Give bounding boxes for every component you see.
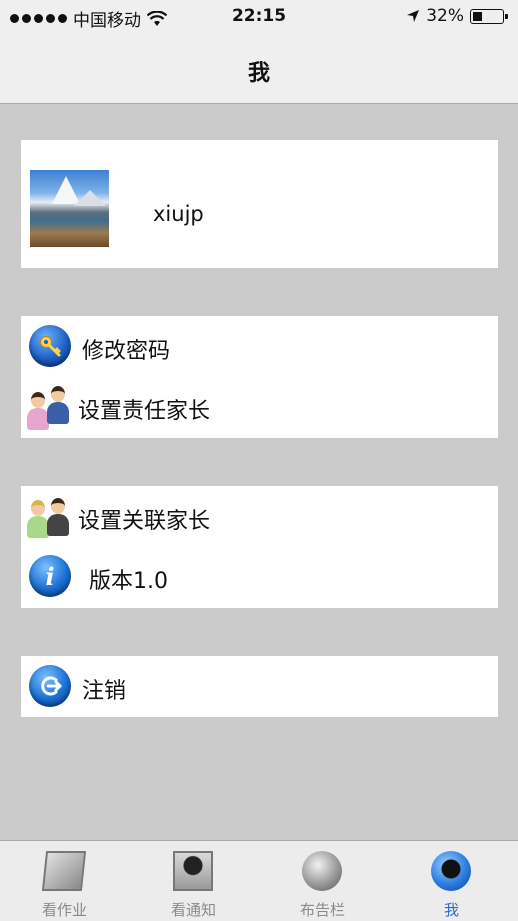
tab-homework[interactable]: 看作业 bbox=[0, 841, 129, 921]
menu-item-change-password[interactable]: 修改密码 bbox=[21, 316, 498, 376]
battery-icon bbox=[470, 8, 508, 24]
account-settings-group: 修改密码 设置责任家长 bbox=[21, 316, 498, 438]
menu-item-label: 设置责任家长 bbox=[78, 399, 211, 424]
navigation-bar: 我 bbox=[0, 34, 518, 104]
page-title: 我 bbox=[247, 61, 270, 86]
logout-group: 注销 bbox=[21, 656, 498, 717]
menu-item-set-linked-parent[interactable]: 设置关联家长 bbox=[21, 486, 498, 546]
tab-bar: 看作业 看通知 布告栏 我 bbox=[0, 840, 518, 921]
battery-percent: 32% bbox=[426, 6, 464, 26]
tab-label: 我 bbox=[443, 901, 459, 919]
menu-item-logout[interactable]: 注销 bbox=[21, 656, 498, 716]
notice-icon bbox=[173, 851, 213, 891]
tab-me[interactable]: 我 bbox=[387, 841, 516, 921]
profile-card[interactable]: xiujp bbox=[21, 140, 498, 268]
avatar[interactable] bbox=[30, 170, 109, 247]
linked-parents-icon bbox=[27, 494, 73, 538]
location-arrow-icon bbox=[407, 10, 420, 22]
bulletin-icon bbox=[302, 851, 342, 891]
username: xiujp bbox=[153, 202, 204, 226]
logout-icon bbox=[29, 665, 71, 707]
menu-item-label: 注销 bbox=[82, 679, 127, 704]
menu-item-label: 版本1.0 bbox=[89, 569, 168, 594]
homework-icon bbox=[41, 851, 87, 891]
tab-label: 看作业 bbox=[41, 901, 87, 919]
menu-item-label: 修改密码 bbox=[82, 339, 171, 364]
menu-item-label: 设置关联家长 bbox=[78, 509, 211, 534]
tab-label: 布告栏 bbox=[299, 901, 345, 919]
key-icon bbox=[29, 325, 71, 367]
info-icon: i bbox=[29, 555, 71, 597]
menu-item-set-responsible-parent[interactable]: 设置责任家长 bbox=[21, 376, 498, 436]
avatar-mountain-secondary bbox=[74, 190, 106, 206]
status-right: 32% bbox=[406, 6, 508, 26]
tab-bulletin[interactable]: 布告栏 bbox=[258, 841, 387, 921]
me-icon bbox=[431, 851, 471, 891]
status-bar: 中国移动 22:15 32% bbox=[0, 0, 518, 34]
tab-label: 看通知 bbox=[170, 901, 216, 919]
parents-icon bbox=[27, 384, 73, 430]
tab-notices[interactable]: 看通知 bbox=[129, 841, 258, 921]
family-settings-group: 设置关联家长 i 版本1.0 bbox=[21, 486, 498, 608]
menu-item-version[interactable]: i 版本1.0 bbox=[21, 546, 498, 606]
